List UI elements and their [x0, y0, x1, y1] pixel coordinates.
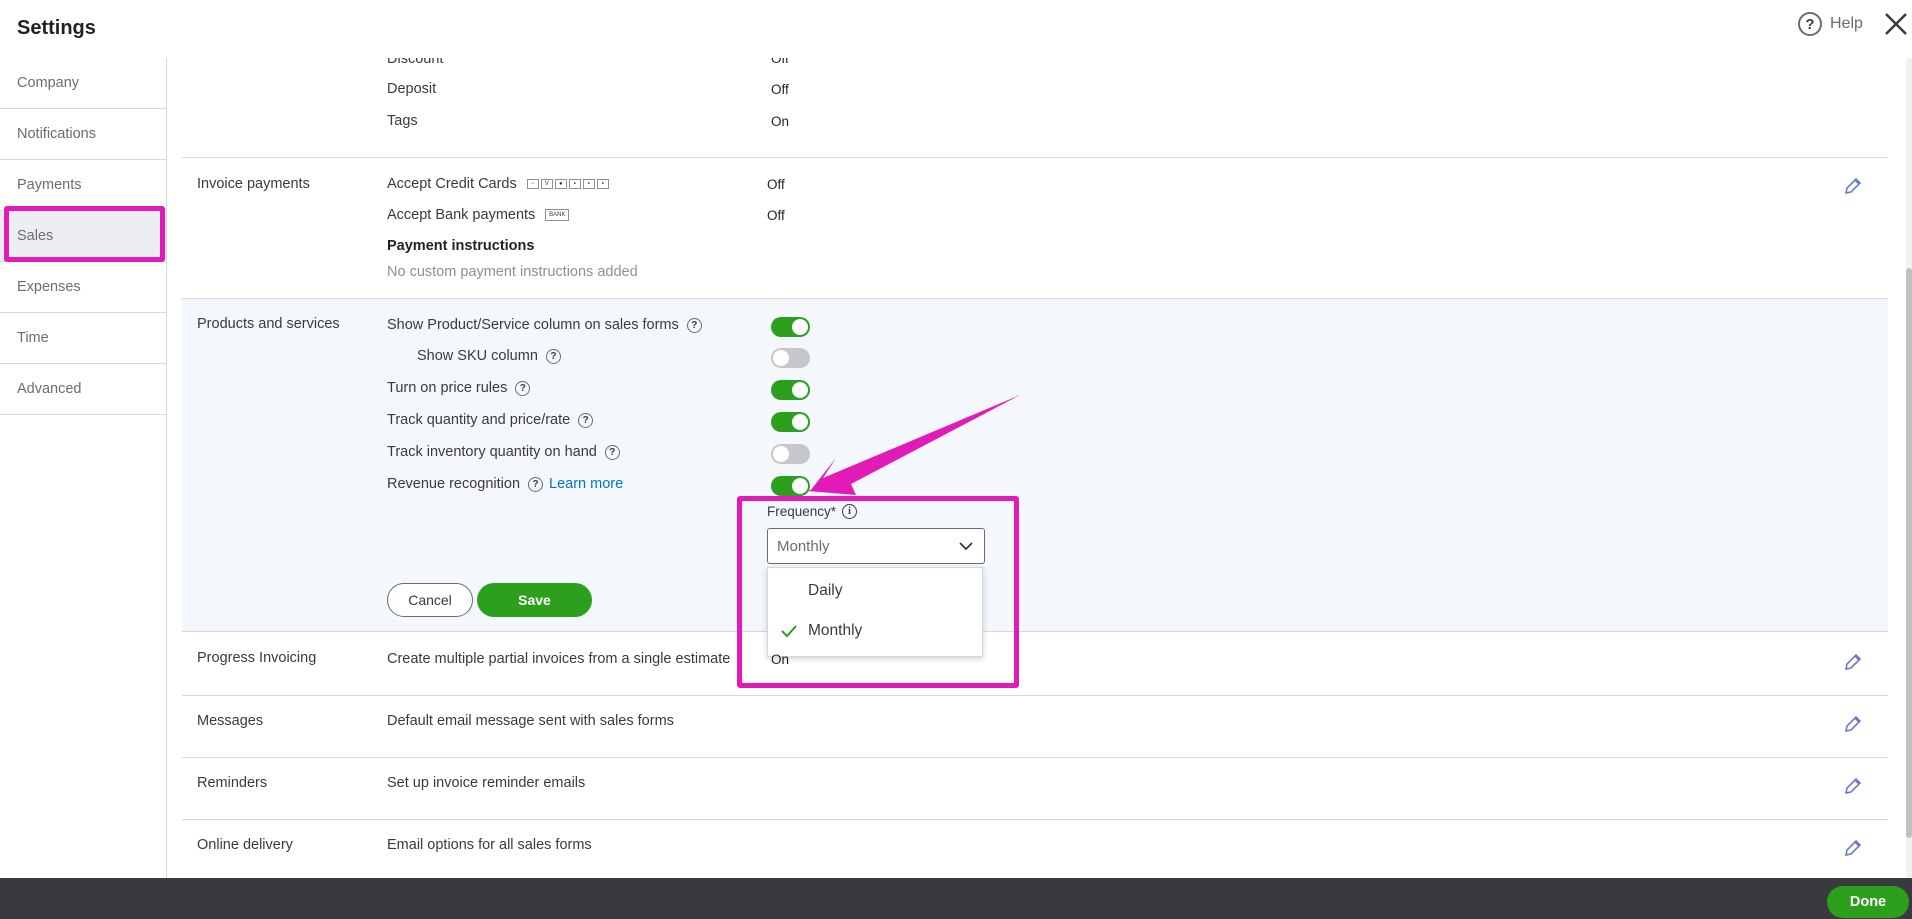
deposit-value: Off — [771, 82, 789, 97]
bank-payments-value: Off — [767, 208, 785, 223]
messages-label: Messages — [197, 713, 264, 729]
toggle-track-quantity-price[interactable] — [771, 412, 810, 432]
accept-credit-cards-label: Accept Credit Cards — [387, 176, 517, 192]
credit-cards-value: Off — [767, 177, 785, 192]
help-question-icon[interactable]: ? — [528, 476, 544, 492]
help-icon: ? — [1798, 12, 1822, 36]
payment-instructions-text: No custom payment instructions added — [387, 264, 638, 280]
toggle-track-inventory[interactable] — [771, 444, 810, 464]
toggle-price-rules[interactable] — [771, 380, 810, 400]
card-brands-icon: ◦◦ V ● ▪ ▪ ▪ — [526, 179, 609, 189]
edit-messages-pencil-icon[interactable] — [1843, 714, 1863, 734]
content-scrollbar[interactable] — [1906, 58, 1912, 878]
toggle-revenue-recognition[interactable] — [771, 476, 810, 496]
sidebar-item-advanced[interactable]: Advanced — [0, 364, 166, 415]
accept-bank-payments-label: Accept Bank payments — [387, 207, 536, 223]
learn-more-link[interactable]: Learn more — [549, 476, 623, 492]
row-divider — [182, 157, 1888, 158]
sidebar-item-company[interactable]: Company — [0, 58, 166, 109]
progress-invoicing-value: On — [771, 652, 790, 667]
sales-highlight-box — [4, 206, 165, 262]
settings-sidebar: Company Notifications Payments Sales Exp… — [0, 58, 167, 878]
toggle-show-sku-column[interactable] — [771, 348, 810, 368]
reminders-label: Reminders — [197, 775, 268, 791]
top-bar: Settings ? Help — [0, 0, 1912, 58]
tags-value: On — [771, 114, 790, 129]
scrollbar-thumb[interactable] — [1906, 268, 1912, 838]
help-question-icon[interactable]: ? — [686, 317, 702, 333]
accept-credit-cards: Accept Credit Cards ◦◦ V ● ▪ ▪ ▪ — [387, 176, 609, 192]
products-services-label: Products and services — [197, 316, 340, 332]
tags-label: Tags — [387, 113, 418, 129]
invoice-payments-label: Invoice payments — [197, 176, 310, 192]
edit-reminders-pencil-icon[interactable] — [1843, 776, 1863, 796]
done-button[interactable]: Done — [1827, 886, 1909, 918]
sidebar-item-time[interactable]: Time — [0, 313, 166, 364]
help-question-icon[interactable]: ? — [578, 412, 594, 428]
edit-invoice-payments-pencil-icon[interactable] — [1843, 176, 1863, 196]
edit-online-delivery-pencil-icon[interactable] — [1843, 838, 1863, 858]
sidebar-item-notifications[interactable]: Notifications — [0, 109, 166, 160]
page-title: Settings — [17, 17, 96, 39]
progress-invoicing-label: Progress Invoicing — [197, 650, 317, 666]
help-button[interactable]: ? Help — [1798, 12, 1863, 36]
cancel-button[interactable]: Cancel — [387, 583, 473, 617]
setting-show-sku-column: Show SKU column ? — [417, 348, 561, 364]
row-divider — [182, 819, 1888, 820]
discount-value: Off — [771, 58, 789, 66]
save-button[interactable]: Save — [477, 583, 592, 617]
accept-bank-payments: Accept Bank payments BANK — [387, 207, 570, 223]
row-divider — [182, 695, 1888, 696]
row-divider — [182, 757, 1888, 758]
sidebar-item-expenses[interactable]: Expenses — [0, 262, 166, 313]
help-question-icon[interactable]: ? — [515, 380, 531, 396]
payment-instructions-title: Payment instructions — [387, 238, 535, 254]
setting-track-quantity-price: Track quantity and price/rate ? — [387, 412, 594, 428]
toggle-show-product-column[interactable] — [771, 317, 810, 337]
online-delivery-label: Online delivery — [197, 837, 293, 853]
setting-revenue-recognition: Revenue recognition ? Learn more — [387, 476, 624, 492]
discount-label: Discount — [387, 58, 444, 67]
online-delivery-text: Email options for all sales forms — [387, 837, 592, 853]
messages-text: Default email message sent with sales fo… — [387, 713, 674, 729]
help-label: Help — [1830, 15, 1863, 32]
help-question-icon[interactable]: ? — [604, 444, 620, 460]
close-icon[interactable] — [1882, 10, 1910, 38]
progress-invoicing-text: Create multiple partial invoices from a … — [387, 651, 731, 667]
setting-track-inventory: Track inventory quantity on hand ? — [387, 444, 620, 460]
edit-progress-invoicing-pencil-icon[interactable] — [1843, 652, 1863, 672]
reminders-text: Set up invoice reminder emails — [387, 775, 586, 791]
sales-settings-content: Discount Off Deposit Off Tags On Invoice… — [168, 58, 1908, 878]
bank-badge-icon: BANK — [545, 209, 570, 221]
setting-show-product-column: Show Product/Service column on sales for… — [387, 317, 702, 333]
sidebar-item-payments[interactable]: Payments — [0, 160, 166, 211]
setting-price-rules: Turn on price rules ? — [387, 380, 531, 396]
help-question-icon[interactable]: ? — [545, 348, 561, 364]
deposit-label: Deposit — [387, 81, 437, 97]
footer-bar — [0, 878, 1912, 919]
